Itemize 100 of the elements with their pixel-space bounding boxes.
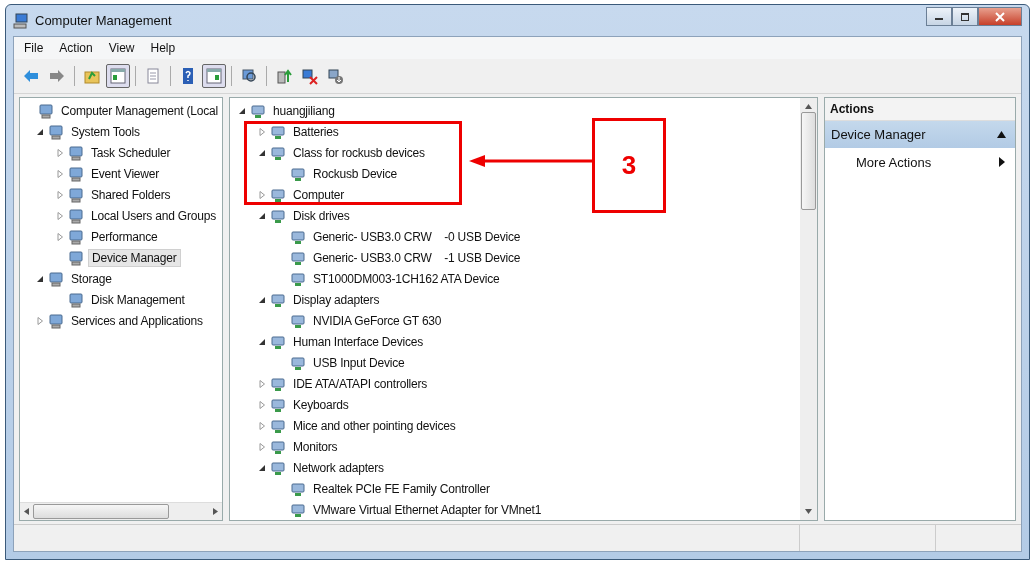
collapse-arrow-icon[interactable]	[997, 131, 1006, 138]
tree-item[interactable]: Monitors	[290, 438, 341, 455]
menu-item[interactable]: Help	[150, 41, 176, 55]
maximize-button[interactable]	[952, 7, 978, 26]
expanded-arrow-icon[interactable]	[36, 274, 44, 283]
collapsed-arrow-icon[interactable]	[258, 421, 266, 430]
tree-item[interactable]: VMware Virtual Ethernet Adapter for VMnet1	[310, 501, 545, 518]
tree-item[interactable]: Event Viewer	[88, 165, 163, 182]
vertical-scrollbar[interactable]	[800, 98, 817, 520]
collapsed-arrow-icon[interactable]	[56, 232, 64, 241]
expanded-arrow-icon[interactable]	[238, 106, 246, 115]
close-button[interactable]	[978, 7, 1022, 26]
tree-item[interactable]: ST1000DM003-1CH162 ATA Device	[310, 270, 503, 287]
device-icon	[68, 228, 84, 245]
collapsed-arrow-icon[interactable]	[258, 379, 266, 388]
scroll-thumb[interactable]	[801, 112, 816, 210]
tree-item[interactable]: Display adapters	[290, 291, 383, 308]
tree-item[interactable]: Disk Management	[88, 291, 188, 308]
expanded-arrow-icon[interactable]	[258, 337, 266, 346]
tree-item[interactable]: NVIDIA GeForce GT 630	[310, 312, 445, 329]
tree-item[interactable]: System Tools	[68, 123, 143, 140]
tree-item[interactable]: Mice and other pointing devices	[290, 417, 459, 434]
collapsed-arrow-icon[interactable]	[258, 190, 266, 199]
tree-item[interactable]: Services and Applications	[68, 312, 206, 329]
tree-item[interactable]: Keyboards	[290, 396, 352, 413]
scroll-left-icon[interactable]	[24, 508, 29, 515]
tree-item[interactable]: Storage	[68, 270, 115, 287]
device-icon	[270, 396, 286, 413]
menu-item[interactable]: View	[108, 41, 135, 55]
device-down-icon	[327, 67, 345, 85]
device-icon	[270, 333, 286, 350]
device-icon	[270, 417, 286, 434]
collapsed-arrow-icon[interactable]	[258, 400, 266, 409]
scroll-thumb[interactable]	[33, 504, 169, 519]
device-icon	[68, 249, 84, 266]
tree-item[interactable]: Generic- USB3.0 CRW -0 USB Device	[310, 228, 524, 245]
close-icon	[994, 11, 1006, 22]
scroll-down-icon[interactable]	[805, 509, 812, 514]
device-icon	[38, 102, 54, 119]
collapsed-arrow-icon[interactable]	[56, 148, 64, 157]
device-icon	[270, 186, 286, 203]
device-icon	[270, 207, 286, 224]
tree-item[interactable]: Computer Management (Local	[58, 102, 221, 119]
tree-item[interactable]: Batteries	[290, 123, 342, 140]
submenu-arrow-icon	[999, 157, 1005, 167]
scroll-up-icon[interactable]	[805, 104, 812, 109]
expanded-arrow-icon[interactable]	[258, 211, 266, 220]
tree-item[interactable]: Human Interface Devices	[290, 333, 427, 350]
action-section-header[interactable]: Device Manager	[825, 121, 1015, 148]
tree-item[interactable]: Class for rockusb devices	[290, 144, 428, 161]
device-icon	[48, 270, 64, 287]
forward-arrow-icon	[48, 67, 66, 85]
collapsed-arrow-icon[interactable]	[56, 211, 64, 220]
scroll-right-icon[interactable]	[213, 508, 218, 515]
menu-item[interactable]: Action	[59, 41, 93, 55]
menu-item[interactable]: File	[24, 41, 44, 55]
device-icon	[250, 102, 266, 119]
collapsed-arrow-icon[interactable]	[258, 127, 266, 136]
tree-item[interactable]: Rockusb Device	[310, 165, 400, 182]
expanded-arrow-icon[interactable]	[36, 127, 44, 136]
device-icon	[270, 438, 286, 455]
minimize-button[interactable]	[926, 7, 952, 26]
tree-item[interactable]: Disk drives	[290, 207, 353, 224]
window-title: Computer Management	[35, 13, 172, 28]
tree-item[interactable]: Realtek PCIe FE Family Controller	[310, 480, 493, 497]
device-icon	[270, 123, 286, 140]
device-icon	[290, 249, 306, 266]
device-icon	[48, 312, 64, 329]
device-icon	[290, 165, 306, 182]
expanded-arrow-icon[interactable]	[258, 295, 266, 304]
tree-item[interactable]: Task Scheduler	[88, 144, 174, 161]
panel-button[interactable]	[202, 64, 226, 88]
collapsed-arrow-icon[interactable]	[56, 190, 64, 199]
device-icon	[290, 270, 306, 287]
tree-item[interactable]: huangjiliang	[270, 102, 338, 119]
tree-item[interactable]: IDE ATA/ATAPI controllers	[290, 375, 431, 392]
tree-item[interactable]: Network adapters	[290, 459, 387, 476]
tree-item[interactable]: USB Input Device	[310, 354, 408, 371]
collapsed-arrow-icon[interactable]	[56, 169, 64, 178]
device-icon	[68, 207, 84, 224]
device-icon	[290, 354, 306, 371]
action-link[interactable]: More Actions	[856, 154, 932, 170]
tree-item[interactable]: Shared Folders	[88, 186, 174, 203]
panel-icon	[109, 67, 127, 85]
tree-item[interactable]: Generic- USB3.0 CRW -1 USB Device	[310, 249, 524, 266]
magnifier-computer-icon	[240, 67, 258, 85]
tree-item[interactable]: Computer	[290, 186, 348, 203]
panel-icon	[205, 67, 223, 85]
collapsed-arrow-icon[interactable]	[258, 442, 266, 451]
tree-item[interactable]: Local Users and Groups	[88, 207, 219, 224]
tree-item[interactable]: Performance	[88, 228, 161, 245]
expanded-arrow-icon[interactable]	[258, 148, 266, 157]
collapsed-arrow-icon[interactable]	[36, 316, 44, 325]
device-icon	[290, 501, 306, 518]
expanded-arrow-icon[interactable]	[258, 463, 266, 472]
horizontal-scrollbar[interactable]	[20, 502, 222, 520]
device-icon	[290, 228, 306, 245]
device-icon	[290, 480, 306, 497]
panel-button[interactable]	[106, 64, 130, 88]
tree-item[interactable]: Device Manager	[88, 248, 181, 267]
